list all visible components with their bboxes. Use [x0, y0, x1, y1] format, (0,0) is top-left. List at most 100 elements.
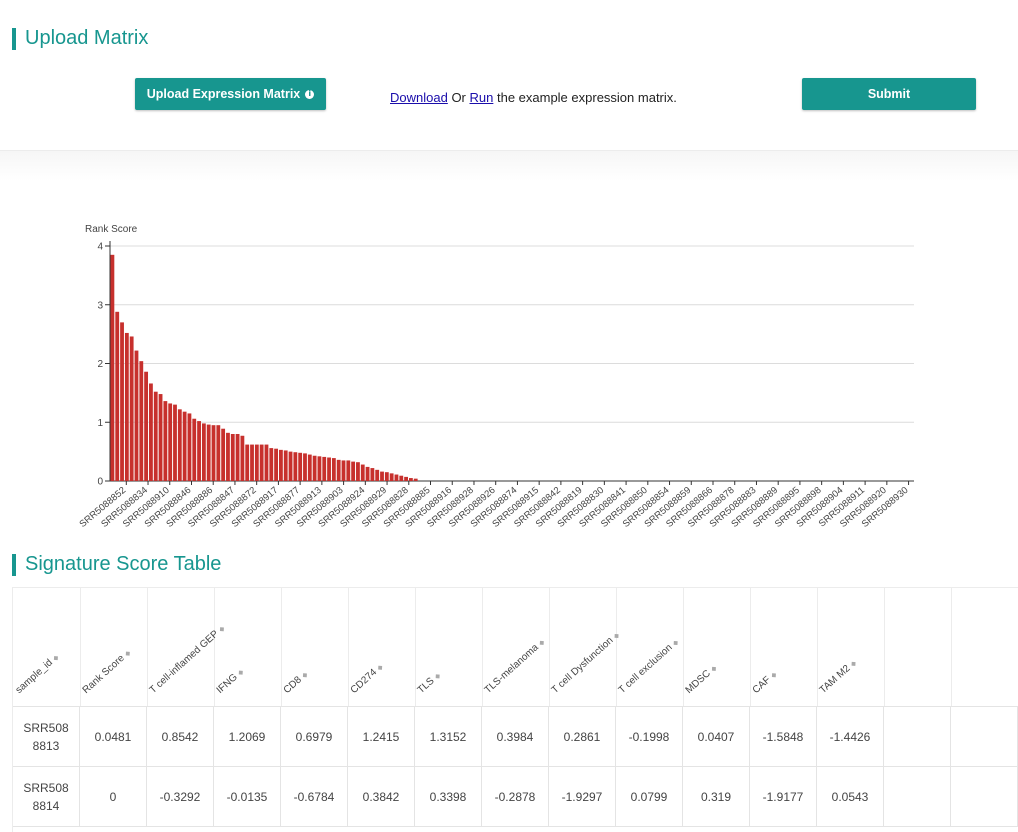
bar — [153, 391, 158, 481]
column-header[interactable]: TAM M2◆ — [817, 588, 885, 706]
bar — [211, 425, 216, 481]
sort-icon[interactable]: ◆ — [301, 671, 310, 680]
table-title-text: Signature Score Table — [25, 553, 222, 575]
column-header[interactable]: T cell-inflamed GEP◆ — [147, 588, 227, 706]
bar — [408, 478, 413, 481]
sort-icon[interactable]: ◆ — [849, 660, 858, 669]
table-cell: -0.6784 — [281, 767, 348, 826]
title-accent-bar — [12, 27, 16, 50]
bar — [240, 435, 245, 481]
column-header[interactable]: IFNG◆ — [214, 588, 282, 706]
bar — [173, 404, 177, 481]
column-header-label[interactable]: IFNG◆ — [215, 666, 246, 696]
sort-icon[interactable]: ◆ — [770, 671, 779, 680]
column-header[interactable]: T cell exclusion◆ — [616, 588, 684, 706]
bar — [399, 475, 404, 481]
column-header[interactable]: CAF◆ — [750, 588, 818, 706]
table-cell: 0.319 — [683, 767, 750, 826]
column-header-label[interactable]: TLS◆ — [416, 670, 443, 696]
column-header-label[interactable]: CD8◆ — [282, 669, 310, 696]
table-cell: 0.0543 — [817, 767, 884, 826]
column-header-label[interactable]: TLS-melanoma◆ — [483, 636, 547, 696]
bar — [413, 478, 418, 481]
table-row: SRR508 8813 0.0481 0.8542 1.2069 0.6979 1.2415… — [13, 707, 1018, 767]
column-header[interactable]: T cell Dysfunction◆ — [549, 588, 621, 706]
bar — [197, 421, 201, 481]
column-header-label[interactable]: CAF◆ — [751, 669, 779, 696]
bar — [216, 425, 221, 481]
bar — [182, 411, 187, 481]
table-cell: 1.2415 — [348, 707, 415, 766]
column-header-label[interactable]: sample_id◆ — [14, 652, 61, 696]
table-cell — [884, 707, 951, 766]
bar — [110, 254, 115, 481]
upload-title-text: Upload Matrix — [25, 27, 149, 49]
download-link[interactable]: Download — [390, 90, 448, 105]
sort-icon[interactable]: ◆ — [376, 664, 385, 673]
bar — [168, 403, 173, 481]
sort-icon[interactable]: ◆ — [434, 672, 443, 681]
column-header-label[interactable]: T cell exclusion◆ — [617, 637, 681, 696]
column-header[interactable]: MDSC◆ — [683, 588, 751, 706]
example-matrix-text: Download Or Run the example expression m… — [390, 90, 677, 105]
column-header-label[interactable]: Rank Score◆ — [81, 647, 133, 696]
table-cell — [951, 767, 1018, 826]
bar — [226, 432, 230, 481]
table-cell: -1.5848 — [750, 707, 817, 766]
bar — [346, 460, 351, 481]
bar — [134, 350, 139, 481]
sort-icon[interactable]: ◆ — [538, 639, 547, 648]
table-cell: -0.3292 — [147, 767, 214, 826]
table-cell: -1.9297 — [549, 767, 616, 826]
table-cell: 0.8542 — [147, 707, 214, 766]
table-cell: -0.1998 — [616, 707, 683, 766]
bar — [115, 311, 120, 481]
column-header[interactable]: sample_id◆ — [13, 588, 81, 706]
column-header — [884, 588, 952, 706]
table-cell: -1.9177 — [750, 767, 817, 826]
info-icon[interactable]: i — [305, 89, 315, 99]
bar — [221, 428, 226, 481]
column-header-label[interactable]: MDSC◆ — [684, 663, 719, 696]
table-section-title: Signature Score Table — [12, 553, 221, 576]
bar — [206, 424, 211, 481]
table-cell: -0.2878 — [482, 767, 549, 826]
column-header[interactable]: CD274◆ — [348, 588, 416, 706]
bar — [163, 401, 168, 481]
table-cell: 0.0481 — [80, 707, 147, 766]
sort-icon[interactable]: ◆ — [124, 649, 133, 658]
column-header-label[interactable]: T cell Dysfunction◆ — [550, 630, 622, 696]
sort-icon[interactable]: ◆ — [52, 654, 61, 663]
bar — [235, 434, 240, 481]
run-link[interactable]: Run — [470, 90, 494, 105]
bar — [327, 457, 331, 481]
sort-icon[interactable]: ◆ — [672, 639, 681, 648]
signature-score-table: sample_id◆ Rank Score◆ T cell-inflamed GEP… — [12, 587, 1018, 832]
bar — [283, 450, 288, 481]
column-header[interactable]: TLS◆ — [415, 588, 483, 706]
column-header[interactable]: Rank Score◆ — [80, 588, 148, 706]
bar — [274, 448, 279, 481]
sort-icon[interactable]: ◆ — [237, 668, 246, 677]
column-header[interactable]: CD8◆ — [281, 588, 349, 706]
upload-expression-matrix-button[interactable]: Upload Expression Matrix i — [135, 78, 326, 110]
column-header-label[interactable]: CD274◆ — [349, 661, 386, 696]
bar — [293, 452, 298, 481]
table-body: SRR508 8813 0.0481 0.8542 1.2069 0.6979 1.2415… — [13, 707, 1018, 827]
bar — [149, 383, 153, 481]
example-text: the example expression matrix. — [493, 90, 677, 105]
bar — [245, 444, 250, 481]
sort-icon[interactable]: ◆ — [710, 665, 719, 674]
column-header[interactable]: TLS-melanoma◆ — [482, 588, 550, 706]
bar — [394, 474, 399, 481]
bar — [288, 451, 293, 481]
rank-score-bar-chart: Rank Score01234SRR5088852SRR5088834SRR50… — [77, 224, 914, 530]
table-cell: 0.6979 — [281, 707, 348, 766]
column-header-label[interactable]: TAM M2◆ — [818, 657, 859, 696]
table-cell — [884, 767, 951, 826]
bar — [380, 471, 384, 481]
table-cell — [951, 707, 1018, 766]
section-divider — [0, 150, 1018, 181]
bar — [264, 444, 269, 481]
submit-button[interactable]: Submit — [802, 78, 976, 110]
